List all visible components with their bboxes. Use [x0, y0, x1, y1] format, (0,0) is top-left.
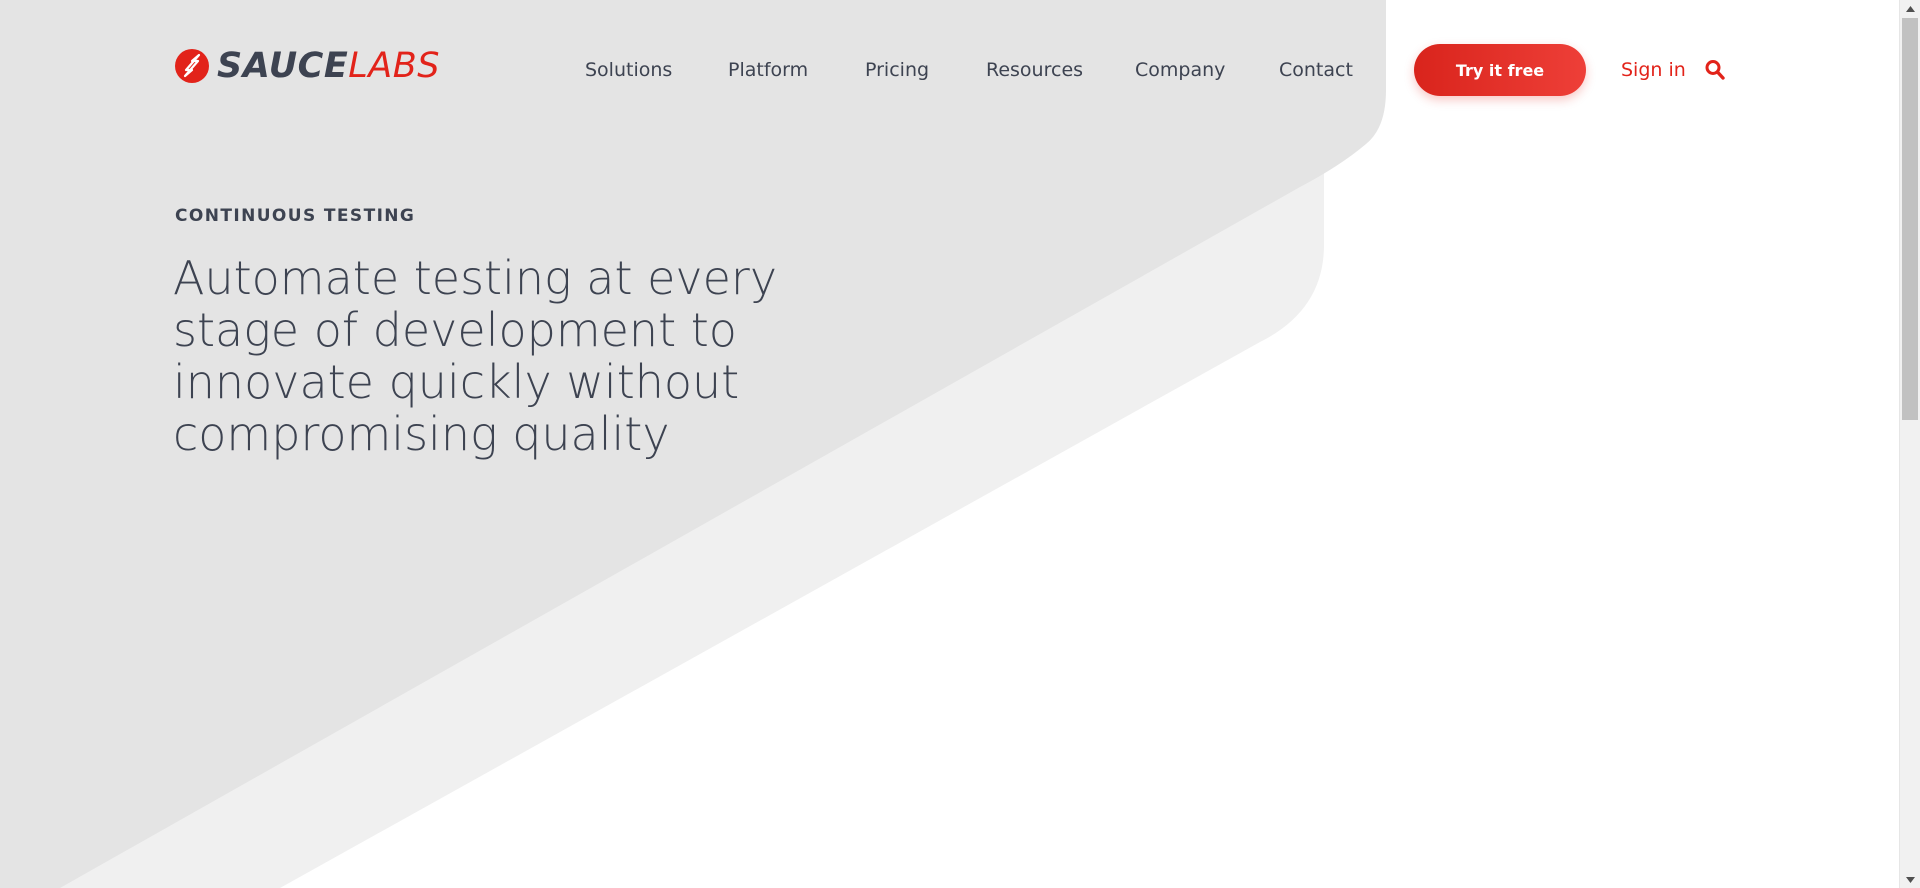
page: SAUCE LABS Solutions Platform Pricing Re…	[0, 0, 1920, 888]
lightning-bolt-circle-icon	[175, 49, 209, 83]
logo-wordmark-sauce: SAUCE	[217, 46, 349, 86]
hero-headline-line: innovate quickly without	[173, 355, 740, 409]
search-icon[interactable]	[1705, 59, 1725, 81]
scrollbar-thumb[interactable]	[1902, 18, 1918, 420]
site-header: SAUCE LABS Solutions Platform Pricing Re…	[0, 0, 1900, 140]
nav-item-contact[interactable]: Contact	[1279, 58, 1353, 82]
hero-eyebrow: CONTINUOUS TESTING	[175, 206, 416, 226]
hero-headline-line: compromising quality	[173, 407, 670, 461]
nav-item-company[interactable]: Company	[1135, 58, 1225, 82]
nav-item-resources[interactable]: Resources	[986, 58, 1083, 82]
nav-item-platform[interactable]: Platform	[728, 58, 808, 82]
vertical-scrollbar[interactable]	[1899, 0, 1920, 888]
logo-wordmark-labs: LABS	[348, 46, 440, 86]
try-it-free-button[interactable]: Try it free	[1414, 44, 1586, 96]
scroll-down-arrow-icon[interactable]	[1900, 871, 1920, 888]
sauce-labs-logo[interactable]: SAUCE LABS	[174, 46, 440, 86]
hero-headline: Automate testing at every stage of devel…	[173, 251, 778, 461]
hero-headline-line: stage of development to	[173, 303, 737, 357]
hero-headline-line: Automate testing at every	[173, 251, 778, 305]
nav-item-pricing[interactable]: Pricing	[865, 58, 929, 82]
sign-in-link[interactable]: Sign in	[1621, 58, 1686, 82]
scroll-up-arrow-icon[interactable]	[1900, 0, 1920, 17]
nav-item-solutions[interactable]: Solutions	[585, 58, 672, 82]
